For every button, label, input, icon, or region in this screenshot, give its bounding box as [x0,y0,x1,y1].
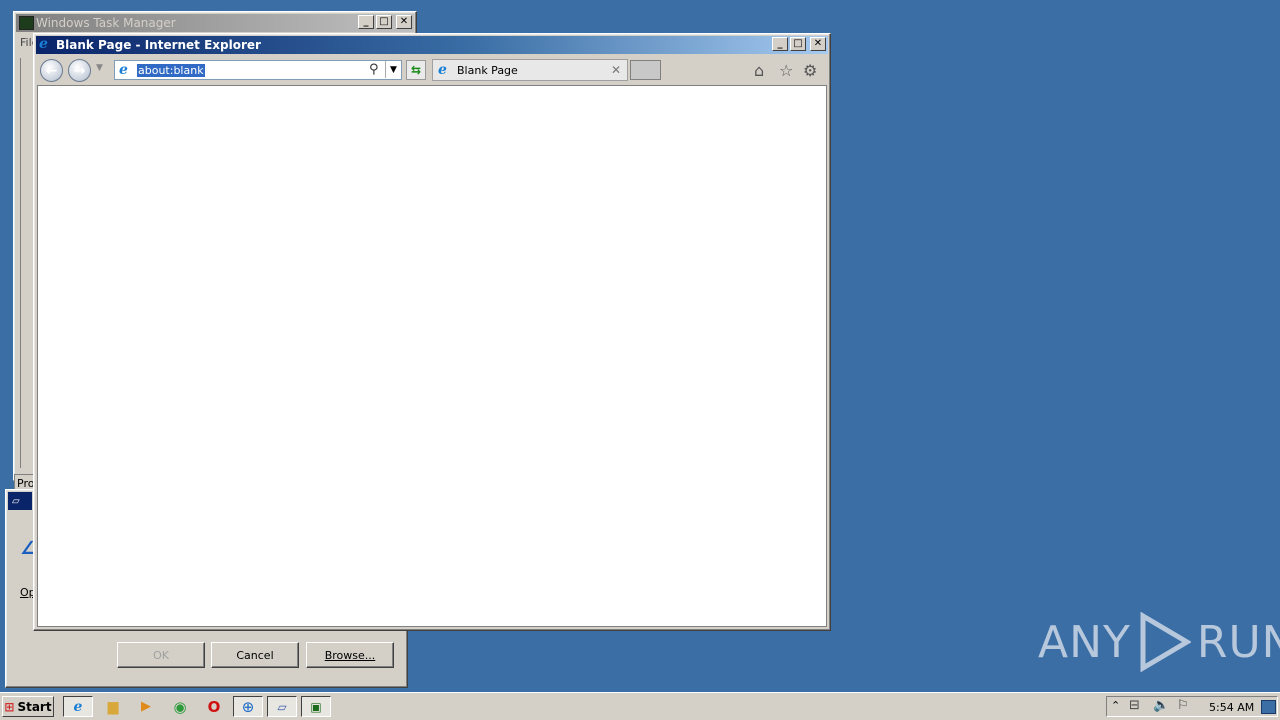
new-tab-button[interactable] [630,60,661,80]
browse-button[interactable]: Browse... [306,642,394,668]
network-icon[interactable]: ⊟ [1129,698,1140,713]
folder-icon: ▆ [107,698,119,715]
back-arrow-icon: ← [45,62,58,79]
show-hidden-icons-icon[interactable]: ⌃ [1111,699,1120,712]
forward-button[interactable]: → [68,59,91,82]
taskbar-ie-button[interactable]: e [63,696,93,717]
plus-circle-icon: ⊕ [241,697,255,716]
taskbar-opera-button[interactable]: O [199,696,229,717]
start-label: Start [17,699,52,714]
show-desktop-icon[interactable] [1261,700,1276,714]
refresh-button[interactable]: ⇆ [406,60,426,80]
watermark-right: RUN [1196,616,1280,668]
cancel-button[interactable]: Cancel [211,642,299,668]
taskbar-media-button[interactable]: ▶ [131,696,161,717]
maximize-button[interactable]: □ [376,15,392,29]
clock[interactable]: 5:54 AM [1209,701,1254,714]
ie-window-title: Blank Page - Internet Explorer [56,38,261,52]
taskbar-run-button[interactable]: ▱ [267,696,297,717]
minimize-button[interactable]: _ [772,37,788,51]
media-player-icon: ▶ [141,699,151,714]
refresh-icon: ⇆ [410,63,422,77]
address-input[interactable]: about:blank [137,63,205,77]
opera-icon: O [207,697,221,716]
address-dropdown-icon[interactable]: ▼ [385,61,401,78]
ie-taskbar-icon: e [73,698,83,715]
taskbar-app-button[interactable]: ⊕ [233,696,263,717]
taskbar-explorer-button[interactable]: ▆ [98,696,128,717]
action-center-flag-icon[interactable]: ⚐ [1177,698,1189,713]
run-dialog-titlebar[interactable]: ▱ [8,492,32,510]
settings-gear-icon[interactable]: ⚙ [803,61,817,80]
taskbar-chrome-button[interactable]: ◉ [165,696,195,717]
task-manager-icon [19,16,34,30]
minimize-button[interactable]: _ [358,15,374,29]
anyrun-watermark: ANY RUN [1038,612,1280,672]
ie-toolbar: ← → ▼ e about:blank ⚲ ▼ ⇆ e Blank Page ✕… [36,56,828,84]
play-logo-icon [1140,612,1191,672]
run-taskbar-icon: ▱ [277,699,287,714]
home-icon[interactable]: ⌂ [754,61,764,80]
system-tray: ⌃ ⊟ 🔈 ⚐ 5:54 AM [1106,696,1278,717]
chrome-icon: ◉ [173,697,187,716]
volume-icon[interactable]: 🔈 [1153,698,1169,713]
recent-pages-dropdown-icon[interactable]: ▼ [96,63,103,73]
internet-explorer-window[interactable]: e Blank Page - Internet Explorer _ □ ✕ ←… [33,33,831,631]
run-icon: ▱ [12,495,20,507]
close-button[interactable]: ✕ [810,37,826,51]
task-manager-titlebar[interactable]: Windows Task Manager _ □ ✕ [16,14,414,32]
taskbar: ⊞ Start e ▆ ▶ ◉ O ⊕ ▱ ▣ ⌃ ⊟ 🔈 ⚐ 5:54 AM [0,692,1280,720]
maximize-button[interactable]: □ [790,37,806,51]
ie-logo-icon: e [39,36,48,52]
favorites-star-icon[interactable]: ☆ [779,61,793,80]
page-icon: e [119,62,128,78]
search-icon[interactable]: ⚲ [369,62,379,77]
ie-titlebar[interactable]: e Blank Page - Internet Explorer _ □ ✕ [36,36,828,54]
back-button[interactable]: ← [40,59,63,82]
windows-logo-icon: ⊞ [4,699,15,714]
tab-close-icon[interactable]: ✕ [611,63,621,77]
task-manager-title: Windows Task Manager [36,16,176,30]
taskbar-taskmgr-button[interactable]: ▣ [301,696,331,717]
tab-label: Blank Page [457,63,518,77]
ok-button[interactable]: OK [117,642,205,668]
tab-page-icon: e [438,62,447,78]
tab-blank-page[interactable]: e Blank Page ✕ [432,59,628,81]
task-manager-taskbar-icon: ▣ [310,699,322,714]
address-bar[interactable]: e about:blank ⚲ ▼ [114,60,402,80]
page-content-area[interactable] [37,85,827,627]
close-button[interactable]: ✕ [396,15,412,29]
watermark-left: ANY [1038,616,1131,668]
start-button[interactable]: ⊞ Start [2,696,54,717]
forward-arrow-icon: → [73,62,86,79]
